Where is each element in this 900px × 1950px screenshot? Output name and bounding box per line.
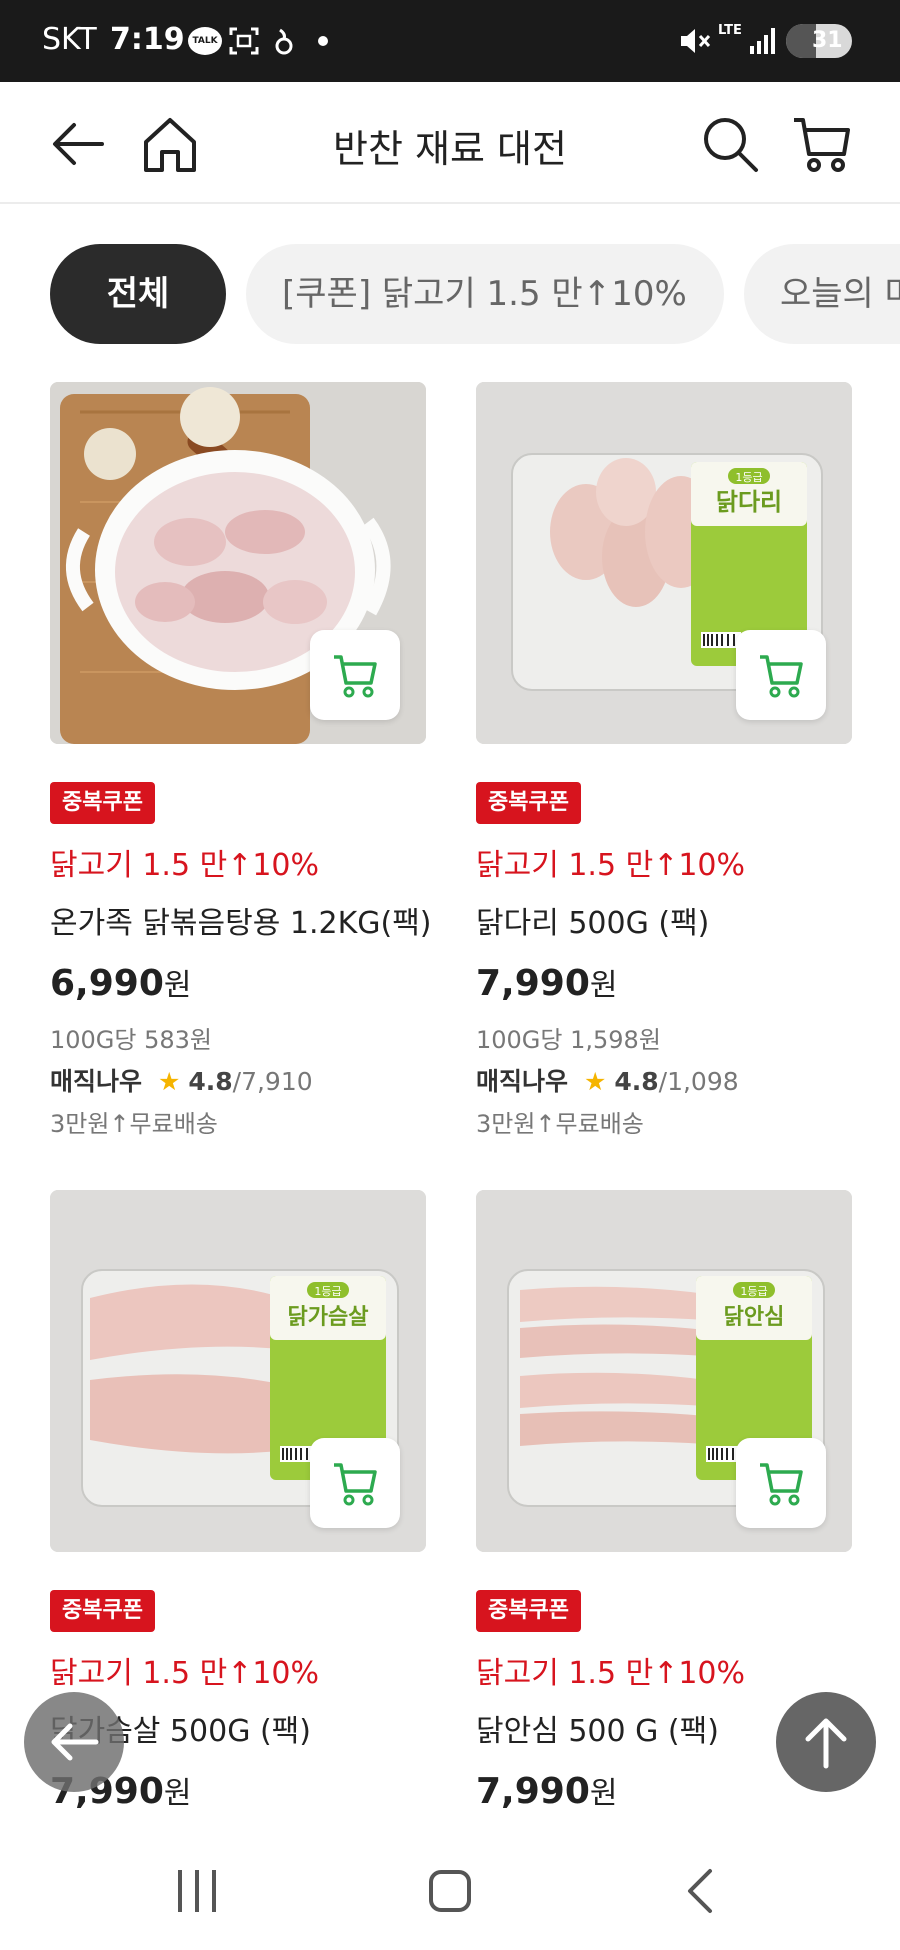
price-currency: 원 — [589, 1776, 618, 1811]
screenshot-icon — [229, 27, 259, 55]
package-grade-text: 1등급 — [735, 471, 762, 484]
star-icon: ★ — [583, 1067, 607, 1096]
product-image[interactable]: 1등급 닭안심 — [476, 1190, 852, 1552]
unit-price: 100G당 583원 — [50, 1026, 213, 1054]
rating-row: 매직나우 ★ 4.8/1,098 — [476, 1062, 739, 1098]
product-image[interactable] — [50, 382, 426, 744]
star-icon: ★ — [157, 1067, 181, 1096]
more-notifications-dot — [318, 36, 328, 46]
rating-score: 4.8 — [188, 1067, 233, 1096]
chip-today[interactable]: 오늘의 마 — [744, 244, 900, 344]
review-count: /1,098 — [658, 1067, 739, 1096]
price-amount: 7,990 — [476, 963, 590, 1004]
page-title: 반찬 재료 대전 — [333, 127, 567, 171]
coupon-badge: 중복쿠폰 — [476, 1590, 581, 1632]
price-amount: 7,990 — [476, 1771, 590, 1812]
battery-level: 31 — [812, 28, 843, 53]
package-label-text: 닭다리 — [716, 488, 782, 516]
home-nav-button[interactable] — [426, 1866, 474, 1916]
package-label-text: 닭가슴살 — [288, 1305, 369, 1330]
product-price: 6,990원 — [50, 960, 191, 1004]
clock: 7:19 — [110, 22, 185, 57]
unit-price: 100G당 1,598원 — [476, 1026, 661, 1054]
coupon-badge: 중복쿠폰 — [476, 782, 581, 824]
search-button[interactable] — [698, 112, 762, 176]
promo-text: 닭고기 1.5 만↑10% — [50, 848, 319, 883]
add-cart-icon — [760, 1463, 803, 1506]
promo-text: 닭고기 1.5 만↑10% — [476, 848, 745, 883]
app-notification-icon — [275, 28, 293, 55]
add-to-cart-button[interactable] — [310, 630, 400, 720]
search-icon — [704, 118, 758, 172]
add-cart-icon — [334, 1463, 377, 1506]
add-to-cart-button[interactable] — [310, 1438, 400, 1528]
coupon-badge: 중복쿠폰 — [50, 1590, 155, 1632]
back-nav-button[interactable] — [680, 1866, 720, 1916]
seller-name: 매직나우 — [50, 1067, 143, 1096]
add-cart-icon — [334, 655, 377, 698]
shipping-info: 3만원↑무료배송 — [50, 1110, 218, 1138]
review-count: /7,910 — [232, 1067, 313, 1096]
product-name[interactable]: 닭다리 500G (팩) — [476, 898, 709, 942]
shopping-cart-icon — [794, 118, 850, 172]
package-label-text: 닭안심 — [724, 1305, 785, 1330]
promo-text: 닭고기 1.5 만↑10% — [476, 1656, 745, 1691]
network-type: LTE — [718, 23, 742, 38]
system-navigation-bar — [0, 1836, 900, 1950]
signal-icon — [750, 28, 775, 54]
product-image[interactable]: 1등급 닭다리 — [476, 382, 852, 744]
recent-apps-button[interactable] — [174, 1866, 220, 1916]
chip-chicken-coupon[interactable]: [쿠폰] 닭고기 1.5 만↑10% — [246, 244, 724, 344]
rating-row: 매직나우 ★ 4.8/7,910 — [50, 1062, 313, 1098]
battery-indicator: 31 — [786, 24, 852, 58]
product-card[interactable]: 1등급 닭다리 중복쿠폰 닭고기 1.5 만↑10% 닭다리 500G (팩) … — [476, 382, 852, 1142]
product-name[interactable]: 온가족 닭볶음탕용 1.2KG(팩) — [50, 898, 432, 942]
add-to-cart-button[interactable] — [736, 630, 826, 720]
cart-button[interactable] — [790, 112, 854, 176]
top-app-bar: 반찬 재료 대전 — [0, 82, 900, 204]
arrow-left-icon — [51, 1723, 99, 1761]
price-amount: 6,990 — [50, 963, 164, 1004]
rating-score: 4.8 — [614, 1067, 659, 1096]
arrow-up-icon — [805, 1718, 847, 1769]
add-to-cart-button[interactable] — [736, 1438, 826, 1528]
package-grade-text: 1등급 — [740, 1285, 767, 1298]
chip-all[interactable]: 전체 — [50, 244, 226, 344]
price-currency: 원 — [589, 968, 618, 1003]
package-grade-text: 1등급 — [314, 1285, 341, 1298]
product-image[interactable]: 1등급 닭가슴살 — [50, 1190, 426, 1552]
coupon-badge: 중복쿠폰 — [50, 782, 155, 824]
seller-name: 매직나우 — [476, 1067, 569, 1096]
product-card[interactable]: 중복쿠폰 닭고기 1.5 만↑10% 온가족 닭볶음탕용 1.2KG(팩) 6,… — [50, 382, 432, 1142]
product-name[interactable]: 닭안심 500 G (팩) — [476, 1706, 719, 1750]
status-bar: SKT 7:19 TALK LTE 31 — [0, 0, 900, 82]
scroll-to-top-button[interactable] — [776, 1692, 876, 1792]
kakaotalk-icon: TALK — [188, 27, 222, 55]
shipping-info: 3만원↑무료배송 — [476, 1110, 644, 1138]
price-currency: 원 — [163, 968, 192, 1003]
product-price: 7,990원 — [476, 960, 617, 1004]
price-currency: 원 — [163, 1776, 192, 1811]
mute-icon — [681, 29, 711, 53]
carrier-label: SKT — [42, 22, 97, 57]
floating-back-button[interactable] — [24, 1692, 124, 1792]
product-price: 7,990원 — [476, 1768, 617, 1812]
promo-text: 닭고기 1.5 만↑10% — [50, 1656, 319, 1691]
add-cart-icon — [760, 655, 803, 698]
